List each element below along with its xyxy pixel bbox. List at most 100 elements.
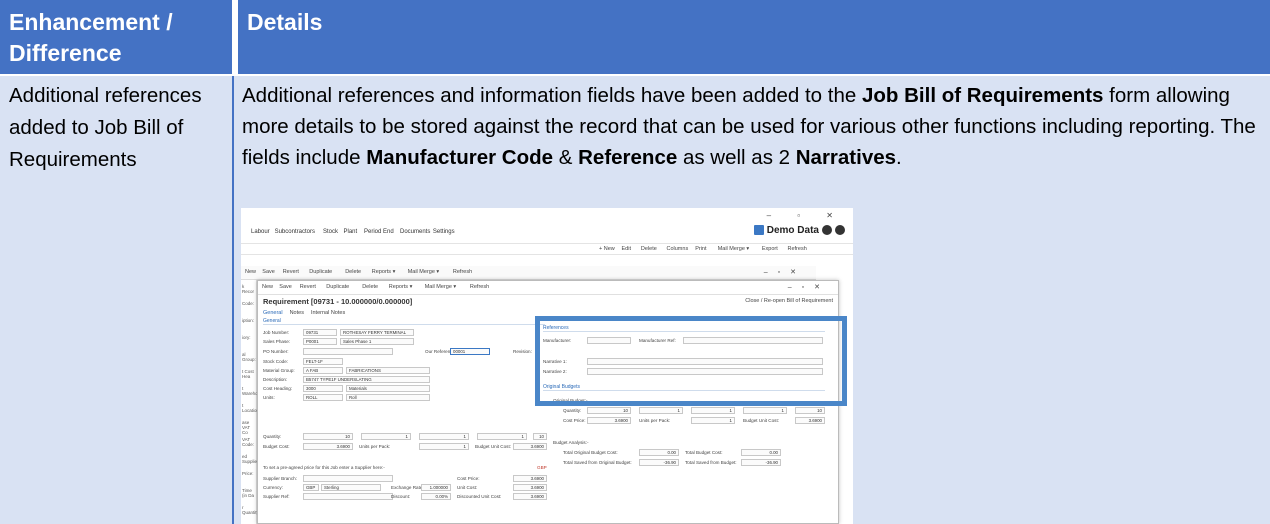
requirement-toolbar-item-1: Save — [279, 284, 292, 290]
company-indicator: Demo Data — [753, 225, 845, 236]
background-label: ase VAT Co — [242, 420, 251, 435]
enhancement-table: Enhancement / Difference Details Additio… — [0, 0, 1270, 524]
revision-label: Revision: — [513, 349, 532, 354]
material-group-label: Material Group: — [263, 368, 295, 373]
details-cell: Additional references and information fi… — [242, 80, 1262, 173]
units-per-pack-field: 1 — [419, 443, 469, 450]
ob-cost-price-label: Cost Price: — [563, 418, 586, 423]
database-icon — [753, 225, 764, 236]
header-divider — [232, 0, 238, 74]
user-icon — [835, 225, 845, 236]
currency-field: GBP — [303, 484, 319, 491]
ob-budget-unit-cost-label: Budget Unit Cost: — [743, 418, 780, 423]
toolbar-item-2: Delete — [640, 246, 657, 252]
requirement-title: Requirement [09731 - 10.000000/0.000000] — [263, 297, 413, 306]
unit-cost-label: Unit Cost: — [457, 485, 478, 490]
tab-general: General — [263, 310, 283, 316]
header-details: Details — [247, 9, 323, 35]
menu-item-2: Stock — [323, 229, 339, 235]
units-name-field: Roll — [346, 394, 430, 401]
requirement-toolbar-item-4: Delete — [362, 284, 379, 290]
record-toolbar-item-1: Save — [262, 269, 275, 275]
toolbar-item-6: Export — [761, 246, 778, 252]
units-per-pack-label: Units per Pack: — [359, 444, 391, 449]
close-reopen-link: Close / Re-open Bill of Requirement — [745, 298, 833, 304]
stock-code-field: FELT-1F — [303, 358, 343, 365]
po-number-label: PO Number: — [263, 349, 289, 354]
unit-cost-field: 3.6900 — [513, 484, 547, 491]
window-controls: –▫✕ — [763, 269, 806, 276]
menu-item-6: Settings — [432, 229, 455, 235]
toolbar-item-1: Edit — [621, 246, 631, 252]
requirement-toolbar-item-3: Duplicate — [326, 284, 350, 290]
menu-item-0: Labour — [251, 229, 270, 235]
menu-item-1: Subcontractors — [274, 229, 315, 235]
quantity-multiplier-1: 1 — [361, 433, 411, 440]
help-icon — [822, 225, 832, 236]
details-bold-term: Narratives — [795, 146, 897, 169]
requirement-tabs: General Notes Internal Notes — [263, 310, 352, 316]
details-bold-term: Manufacturer Code — [366, 146, 554, 169]
background-form-labels: k Recor Code: iption: iory: al Group: t Cost … — [241, 280, 260, 524]
budget-cost-label: Budget Cost: — [263, 444, 290, 449]
supplier-branch-label: Supplier Branch: — [263, 476, 297, 481]
general-section-title: General — [263, 318, 545, 325]
background-label: VAT Code: — [242, 437, 255, 447]
record-toolbar-back: –▫✕ New Save Revert Duplicate Delete Reports … — [241, 266, 816, 280]
requirement-toolbar-item-7: Refresh — [469, 284, 490, 290]
sales-phase-label: Sales Phase: — [263, 339, 291, 344]
ob-multiplier-1: 1 — [639, 407, 683, 414]
details-bold-term: Reference — [578, 146, 678, 169]
requirement-toolbar-item-0: New — [262, 284, 274, 290]
units-label: Units: — [263, 395, 275, 400]
saved-original-label: Total Saved from Original Budget: — [563, 460, 632, 465]
ob-budget-unit-cost-field: 3.6900 — [795, 417, 825, 424]
column-divider — [232, 76, 234, 524]
company-name: Demo Data — [766, 225, 819, 236]
ob-units-per-pack-label: Units per Pack: — [639, 418, 671, 423]
discounted-unit-cost-field: 3.6900 — [513, 493, 547, 500]
window-controls: – ▫ ✕ — [766, 211, 845, 220]
background-label: k Recor — [242, 284, 255, 294]
quantity-field: 10 — [303, 433, 353, 440]
cost-price-label: Cost Price: — [457, 476, 480, 481]
total-budget-label: Total Budget Cost: — [685, 450, 723, 455]
record-toolbar-item-7: Refresh — [452, 269, 473, 275]
details-text: & — [553, 146, 579, 169]
toolbar-item-3: Columns — [666, 246, 689, 252]
job-number-field: 09731 — [303, 329, 337, 336]
enhancement-cell: Additional references added to Job Bill … — [9, 84, 202, 171]
quantity-total: 10 — [533, 433, 547, 440]
cost-heading-name-field: Materials — [346, 385, 430, 392]
budget-unit-cost-label: Budget Unit Cost: — [475, 444, 512, 449]
toolbar-item-5: Mail Merge ▾ — [717, 246, 750, 252]
embedded-screenshot: – ▫ ✕ Labour Subcontractors Stock Plant Peri… — [241, 208, 853, 524]
budget-analysis-label: Budget Analysis:- — [553, 440, 589, 445]
background-label: Code: — [242, 301, 255, 306]
sales-phase-field: P0001 — [303, 338, 337, 345]
cost-heading-label: Cost Heading: — [263, 386, 293, 391]
discount-label: Discount: — [391, 494, 411, 499]
currency-label: Currency: — [263, 485, 283, 490]
stock-code-label: Stock Code: — [263, 359, 289, 364]
job-name-field: ROTHESAY FERRY TERMINAL — [340, 329, 414, 336]
requirement-toolbar-item-6: Mail Merge ▾ — [424, 284, 457, 290]
toolbar-item-7: Refresh — [787, 246, 807, 252]
toolbar-item-4: Print — [695, 246, 707, 252]
tab-internal-notes: Internal Notes — [310, 310, 346, 316]
exchange-rate-field: 1.000000 — [421, 484, 451, 491]
details-text: Additional references and information fi… — [242, 84, 862, 107]
total-original-budget-field: 0.00 — [639, 449, 679, 456]
supplier-branch-field — [303, 475, 393, 482]
total-original-budget-label: Total Original Budget Cost: — [563, 450, 618, 455]
description-field: B5747 TYPE1F UNDERSLATING — [303, 376, 430, 383]
budget-cost-field: 3.6900 — [303, 443, 353, 450]
ob-units-per-pack-field: 1 — [691, 417, 735, 424]
ob-cost-price-field: 3.6900 — [587, 417, 631, 424]
menu-item-5: Documents — [400, 229, 431, 235]
background-label: Time (in Da — [242, 488, 255, 498]
units-field: ROLL — [303, 394, 343, 401]
background-label: al Group: — [242, 352, 256, 362]
record-toolbar-item-2: Revert — [282, 269, 299, 275]
description-label: Description: — [263, 377, 288, 382]
